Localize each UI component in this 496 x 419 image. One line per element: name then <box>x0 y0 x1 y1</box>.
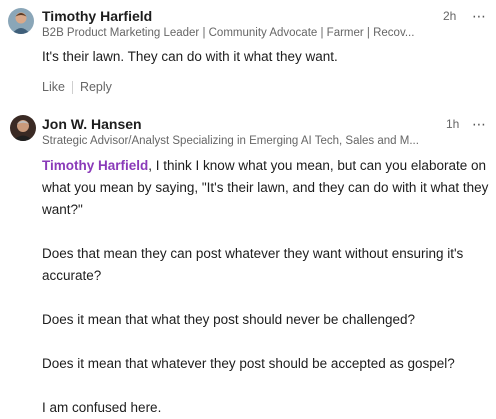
comment-paragraph: Does it mean that what they post should … <box>42 312 415 327</box>
author-name[interactable]: Timothy Harfield <box>42 8 152 24</box>
more-options-icon[interactable]: ⋯ <box>471 8 487 24</box>
avatar-jon-w-hansen[interactable] <box>10 115 36 141</box>
avatar-timothy-harfield[interactable] <box>8 8 34 34</box>
reply-button[interactable]: Reply <box>80 80 112 94</box>
comment-text: Timothy Harfield, I think I know what yo… <box>42 155 492 419</box>
timestamp: 2h <box>443 9 457 23</box>
like-button[interactable]: Like <box>42 80 65 94</box>
mention-link[interactable]: Timothy Harfield <box>42 158 148 173</box>
more-options-icon[interactable]: ⋯ <box>471 116 487 132</box>
comment-paragraph: I am confused here. <box>42 400 162 415</box>
divider <box>71 80 73 94</box>
author-name[interactable]: Jon W. Hansen <box>42 116 142 132</box>
comment-text: It's their lawn. They can do with it wha… <box>42 49 338 64</box>
author-headline: Strategic Advisor/Analyst Specializing i… <box>42 135 419 147</box>
comment-actions: Like Reply <box>42 80 112 94</box>
author-headline: B2B Product Marketing Leader | Community… <box>42 27 415 39</box>
comment-paragraph: Does that mean they can post whatever th… <box>42 246 464 283</box>
timestamp: 1h <box>446 117 460 131</box>
comment-paragraph: Timothy Harfield, I think I know what yo… <box>42 155 492 221</box>
comment-paragraph: Does it mean that whatever they post sho… <box>42 356 455 371</box>
